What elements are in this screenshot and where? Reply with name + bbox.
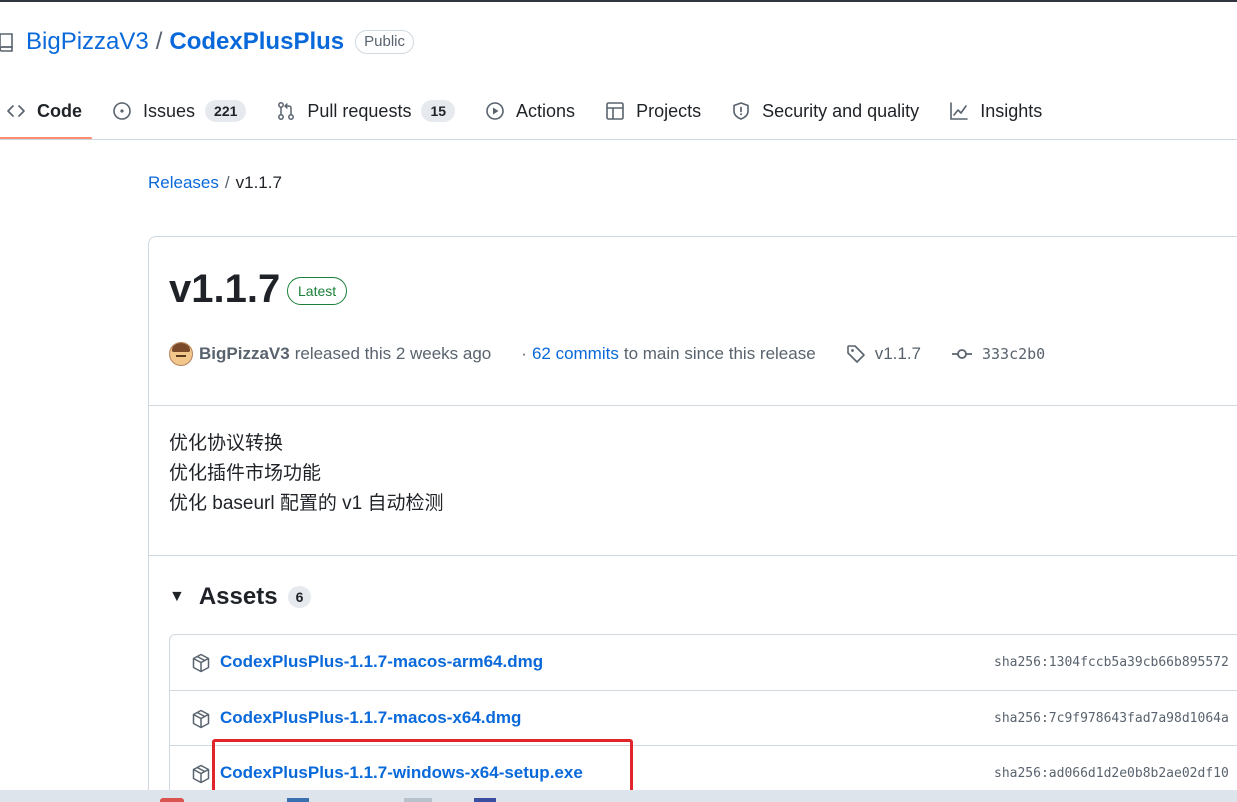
release-notes: 优化协议转换 优化插件市场功能 优化 baseurl 配置的 v1 自动检测: [169, 429, 444, 519]
repo-icon: [0, 33, 13, 52]
release-meta: BigPizzaV3 released this 2 weeks ago · 6…: [169, 341, 1045, 367]
tab-code[interactable]: Code: [0, 84, 92, 140]
tab-insights-label: Insights: [980, 100, 1043, 121]
repo-path-separator: /: [155, 28, 163, 55]
window-top-border: [0, 0, 1237, 2]
tab-projects[interactable]: Projects: [605, 84, 701, 138]
release-note-line: 优化插件市场功能: [169, 463, 322, 484]
package-icon: [192, 653, 210, 673]
meta-divider: [149, 405, 1237, 406]
asset-sha256: sha256:7c9f978643fad7a98d1064a: [994, 711, 1229, 726]
package-icon: [192, 764, 210, 784]
tab-security[interactable]: Security and quality: [731, 84, 919, 138]
release-title[interactable]: v1.1.7: [169, 267, 280, 312]
tab-security-label: Security and quality: [762, 100, 920, 121]
tag-icon: [846, 345, 865, 363]
git-commit-icon: [952, 349, 972, 359]
breadcrumb: Releases / v1.1.7: [148, 173, 282, 193]
tab-projects-label: Projects: [636, 100, 702, 121]
package-icon: [192, 709, 210, 729]
avatar[interactable]: [169, 342, 193, 366]
assets-count-badge: 6: [287, 586, 312, 608]
play-icon: [486, 102, 504, 120]
taskbar-app-icon[interactable]: [474, 798, 496, 802]
release-tag-link[interactable]: v1.1.7: [875, 344, 921, 364]
tab-insights[interactable]: Insights: [949, 84, 1042, 138]
commits-suffix: to main since this release: [623, 344, 816, 363]
tab-code-label: Code: [37, 100, 82, 121]
release-note-line: 优化 baseurl 配置的 v1 自动检测: [169, 493, 444, 514]
tab-actions[interactable]: Actions: [485, 84, 575, 138]
issue-opened-icon: [113, 102, 131, 120]
asset-sha256: sha256:ad066d1d2e0b8b2ae02df10: [994, 766, 1229, 781]
code-icon: [7, 105, 25, 117]
tab-pull-requests[interactable]: Pull requests 15: [276, 84, 456, 138]
graph-icon: [950, 102, 968, 120]
highlight-annotation-box: [212, 739, 633, 797]
repo-name-link[interactable]: CodexPlusPlus: [169, 28, 344, 56]
table-icon: [606, 102, 624, 120]
repo-header: BigPizzaV3 / CodexPlusPlus Public: [0, 22, 414, 62]
os-taskbar: [0, 790, 1237, 802]
commits-link[interactable]: 62 commits: [532, 344, 619, 364]
commit-hash-link[interactable]: 333c2b0: [982, 345, 1045, 363]
release-card: v1.1.7 Latest BigPizzaV3 released this 2…: [148, 236, 1237, 802]
issues-counter: 221: [205, 100, 247, 122]
git-pull-request-icon: [278, 102, 295, 120]
taskbar-app-icon[interactable]: [287, 798, 309, 802]
taskbar-app-icon[interactable]: [160, 798, 184, 802]
assets-title: Assets: [198, 583, 278, 610]
tab-issues[interactable]: Issues 221: [112, 84, 247, 138]
asset-sha256: sha256:1304fccb5a39cb66b895572: [994, 655, 1229, 670]
visibility-badge: Public: [355, 30, 414, 54]
shield-icon: [733, 102, 749, 120]
caret-down-icon: ▼: [169, 588, 185, 605]
release-note-line: 优化协议转换: [169, 433, 284, 454]
released-time: released this 2 weeks ago: [294, 344, 492, 363]
meta-dot: ·: [521, 344, 527, 363]
release-author-link[interactable]: BigPizzaV3: [199, 344, 290, 364]
repo-nav-tabs: Code Issues 221 Pull requests 15 Actions…: [0, 84, 1237, 140]
notes-divider: [149, 555, 1237, 556]
breadcrumb-current: v1.1.7: [235, 173, 282, 192]
asset-row: CodexPlusPlus-1.1.7-macos-arm64.dmg sha2…: [170, 635, 1237, 690]
breadcrumb-releases-link[interactable]: Releases: [148, 173, 219, 192]
pull-requests-counter: 15: [421, 100, 456, 122]
tab-issues-label: Issues: [143, 100, 196, 121]
tab-actions-label: Actions: [516, 100, 576, 121]
asset-row: CodexPlusPlus-1.1.7-macos-x64.dmg sha256…: [170, 690, 1237, 745]
latest-badge: Latest: [287, 277, 348, 305]
tab-pull-requests-label: Pull requests: [307, 100, 412, 121]
taskbar-app-icon[interactable]: [404, 798, 432, 802]
breadcrumb-separator: /: [224, 173, 230, 192]
assets-toggle[interactable]: ▼ Assets 6: [169, 583, 312, 611]
asset-download-link[interactable]: CodexPlusPlus-1.1.7-macos-x64.dmg: [220, 708, 521, 728]
asset-download-link[interactable]: CodexPlusPlus-1.1.7-macos-arm64.dmg: [220, 652, 543, 672]
tabs-divider: [0, 139, 1237, 140]
repo-owner-link[interactable]: BigPizzaV3: [26, 28, 149, 56]
